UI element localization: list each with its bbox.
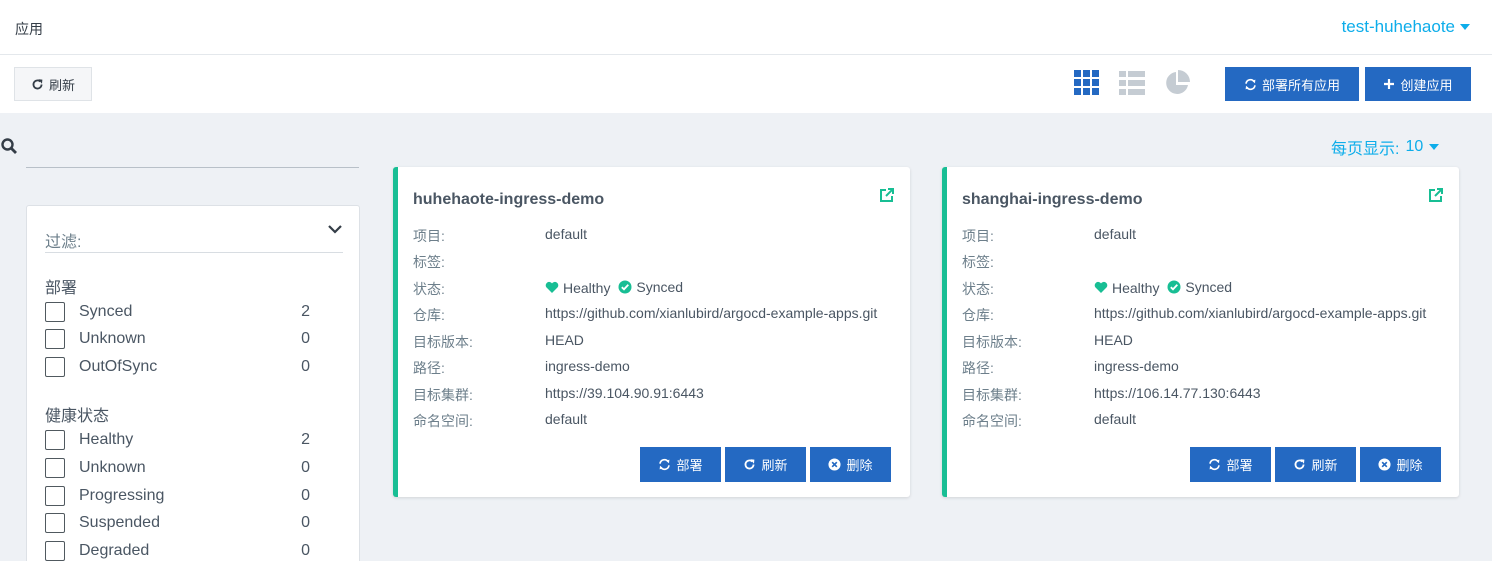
toolbar: 刷新 部署所有应用 创建应用	[0, 55, 1492, 113]
delete-button[interactable]: 删除	[1360, 447, 1441, 482]
app-project-row: 项目: default	[962, 226, 1137, 244]
checkbox[interactable]	[45, 486, 65, 506]
app-status-row: 状态: Healthy Synced	[962, 279, 1233, 297]
filter-group-health-title: 健康状态	[45, 408, 110, 425]
plus-icon	[1384, 79, 1395, 89]
refresh-icon	[745, 459, 755, 470]
app-cluster-row: 目标集群: https://39.104.90.91:6443	[413, 385, 704, 403]
check-circle-icon	[1167, 280, 1181, 294]
sync-button[interactable]: 部署	[1190, 447, 1271, 482]
refresh-icon	[32, 78, 43, 89]
filter-panel: 过滤: 部署 Synced 2 Unknown 0 OutOfSync 0 健康…	[26, 205, 360, 561]
app-repo-row: 仓库: https://github.com/xianlubird/argocd-…	[413, 305, 878, 323]
sync-all-label: 部署所有应用	[1261, 77, 1340, 93]
checkbox[interactable]	[45, 541, 65, 561]
external-link-icon[interactable]	[879, 187, 895, 203]
sync-button[interactable]: 部署	[640, 447, 721, 482]
app-namespace-row: 命名空间: default	[413, 411, 588, 429]
refresh-icon	[1295, 459, 1305, 470]
per-page-value: 10	[1405, 138, 1424, 155]
times-circle-icon	[1378, 458, 1392, 471]
create-label: 创建应用	[1400, 77, 1453, 93]
refresh-label: 刷新	[48, 77, 75, 93]
search-input[interactable]	[26, 140, 359, 168]
refresh-button[interactable]: 刷新	[725, 447, 806, 482]
top-bar: 应用 test-huhehaote	[0, 0, 1492, 55]
filter-option-sync-unknown[interactable]: Unknown 0	[45, 328, 310, 350]
app-name[interactable]: shanghai-ingress-demo	[962, 191, 1142, 209]
app-project-row: 项目: default	[413, 226, 588, 244]
sync-status: Synced	[618, 279, 683, 295]
filter-option-health-unknown[interactable]: Unknown 0	[45, 457, 310, 479]
app-cluster-row: 目标集群: https://106.14.77.130:6443	[962, 385, 1261, 403]
external-link-icon[interactable]	[1428, 187, 1444, 203]
app-path-row: 路径: ingress-demo	[413, 358, 630, 376]
app-name[interactable]: huhehaote-ingress-demo	[413, 191, 604, 209]
per-page-label: 每页显示:	[1331, 141, 1400, 158]
app-target-rev-row: 目标版本: HEAD	[413, 332, 584, 350]
checkbox[interactable]	[45, 430, 65, 450]
checkbox[interactable]	[45, 458, 65, 478]
app-tags-row: 标签:	[413, 254, 445, 270]
sync-icon	[659, 458, 671, 471]
refresh-button[interactable]: 刷新	[14, 67, 92, 101]
user-menu[interactable]: test-huhehaote	[1342, 17, 1470, 37]
app-namespace-row: 命名空间: default	[962, 411, 1137, 429]
filter-option-healthy[interactable]: Healthy 2	[45, 429, 310, 451]
delete-button[interactable]: 删除	[810, 447, 891, 482]
search-icon	[0, 137, 20, 157]
sync-all-apps-button[interactable]: 部署所有应用	[1225, 67, 1359, 101]
health-status: Healthy	[1094, 280, 1159, 296]
filter-option-degraded[interactable]: Degraded 0	[45, 540, 310, 561]
card-actions: 部署 刷新 删除	[1190, 447, 1441, 482]
page-title: 应用	[15, 21, 43, 37]
checkbox[interactable]	[45, 357, 65, 377]
caret-down-icon	[1429, 144, 1440, 150]
app-tags-row: 标签:	[962, 254, 994, 270]
filter-option-outofsync[interactable]: OutOfSync 0	[45, 356, 310, 378]
view-switcher	[1072, 68, 1192, 98]
user-name: test-huhehaote	[1341, 17, 1455, 36]
filter-option-suspended[interactable]: Suspended 0	[45, 512, 310, 534]
app-card[interactable]: shanghai-ingress-demo 项目: default 标签: 状态:…	[942, 167, 1459, 497]
filter-title: 过滤:	[45, 228, 343, 253]
list-icon[interactable]	[1117, 68, 1147, 98]
checkbox[interactable]	[45, 513, 65, 533]
heart-icon	[545, 281, 559, 293]
checkbox[interactable]	[45, 329, 65, 349]
app-target-rev-row: 目标版本: HEAD	[962, 332, 1133, 350]
times-circle-icon	[828, 458, 842, 471]
filter-option-synced[interactable]: Synced 2	[45, 301, 310, 323]
caret-down-icon	[1460, 24, 1470, 30]
chevron-down-icon[interactable]	[327, 221, 343, 237]
pie-chart-icon[interactable]	[1162, 68, 1192, 98]
app-repo-row: 仓库: https://github.com/xianlubird/argocd-…	[962, 305, 1427, 323]
sync-icon	[1209, 458, 1221, 471]
app-path-row: 路径: ingress-demo	[962, 358, 1179, 376]
create-app-button[interactable]: 创建应用	[1365, 67, 1471, 101]
sync-status: Synced	[1167, 279, 1232, 295]
app-status-row: 状态: Healthy Synced	[413, 279, 684, 297]
app-card[interactable]: huhehaote-ingress-demo 项目: default 标签: 状态…	[393, 167, 910, 497]
check-circle-icon	[618, 280, 632, 294]
health-status: Healthy	[545, 280, 610, 296]
sync-icon	[1245, 78, 1256, 90]
filter-option-progressing[interactable]: Progressing 0	[45, 485, 310, 507]
heart-icon	[1094, 281, 1108, 293]
card-actions: 部署 刷新 删除	[640, 447, 891, 482]
per-page-selector[interactable]: 每页显示: 10	[1331, 135, 1440, 159]
checkbox[interactable]	[45, 302, 65, 322]
filter-group-sync-title: 部署	[45, 280, 78, 297]
tiles-icon[interactable]	[1072, 68, 1102, 98]
refresh-button[interactable]: 刷新	[1275, 447, 1356, 482]
